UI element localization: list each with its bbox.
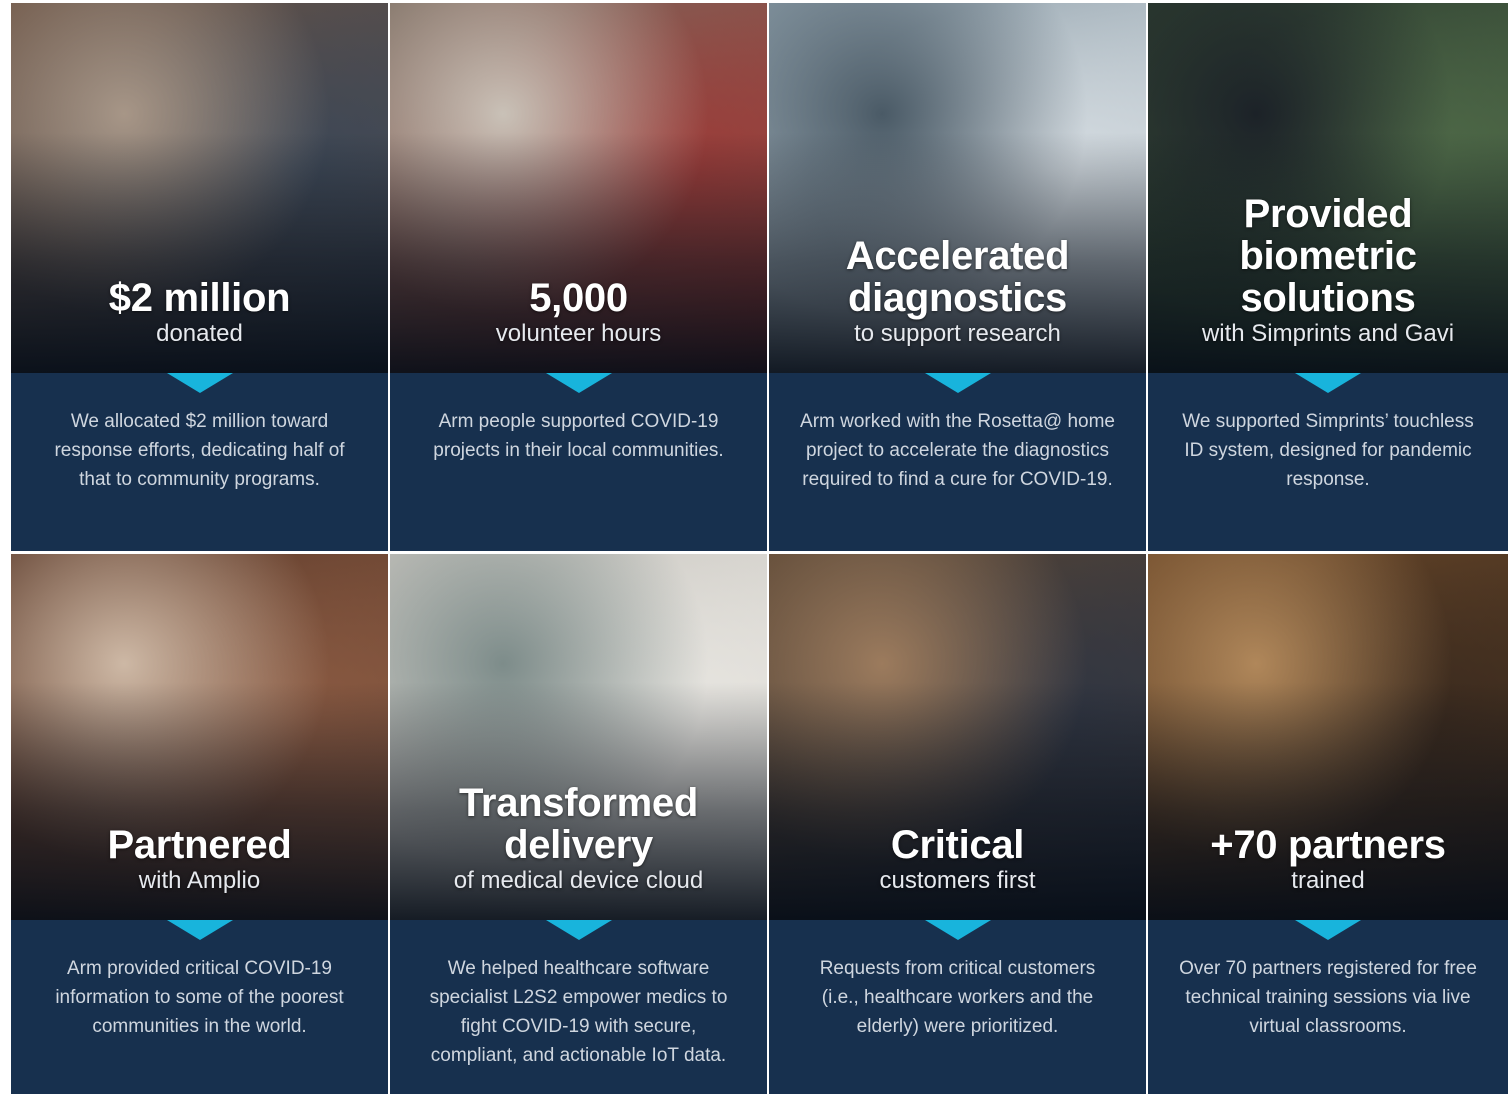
- card-subline: customers first: [879, 867, 1036, 894]
- card-description: Over 70 partners registered for free tec…: [1179, 958, 1477, 1037]
- card-photo: Accelerated diagnostics to support resea…: [769, 3, 1146, 373]
- down-pointer-icon: [166, 920, 233, 940]
- card-subline: with Simprints and Gavi: [1201, 320, 1455, 347]
- card-photo: Critical customers first: [769, 554, 1146, 920]
- impact-card-donation: $2 million donated We allocated $2 milli…: [11, 3, 388, 551]
- card-subline: donated: [156, 320, 243, 347]
- card-headline: Transformed delivery: [459, 781, 698, 867]
- card-heading: Partnered with Amplio: [11, 824, 388, 896]
- card-body: Arm provided critical COVID-19 informati…: [11, 920, 388, 1094]
- card-heading: Critical customers first: [769, 824, 1146, 896]
- card-headline: +70 partners: [1210, 823, 1446, 867]
- card-heading: 5,000 volunteer hours: [390, 277, 767, 349]
- card-subline: volunteer hours: [495, 320, 662, 347]
- card-body: We supported Simprints’ touchless ID sys…: [1148, 373, 1508, 551]
- card-photo: +70 partners trained: [1148, 554, 1508, 920]
- card-headline: Critical: [890, 823, 1025, 867]
- card-subline: with Amplio: [138, 867, 261, 894]
- card-subline: trained: [1291, 867, 1365, 894]
- card-photo: $2 million donated: [11, 3, 388, 373]
- impact-card-diagnostics: Accelerated diagnostics to support resea…: [769, 3, 1146, 551]
- card-body: We allocated $2 million toward response …: [11, 373, 388, 551]
- card-photo: Partnered with Amplio: [11, 554, 388, 920]
- card-body: Arm worked with the Rosetta@ home projec…: [769, 373, 1146, 551]
- card-body: We helped healthcare software specialist…: [390, 920, 767, 1094]
- card-body: Arm people supported COVID-19 projects i…: [390, 373, 767, 551]
- card-description: Arm worked with the Rosetta@ home projec…: [800, 411, 1115, 490]
- card-description: Requests from critical customers (i.e., …: [819, 958, 1096, 1037]
- down-pointer-icon: [1295, 920, 1361, 940]
- card-description: Arm provided critical COVID-19 informati…: [55, 958, 344, 1037]
- card-photo: Transformed delivery of medical device c…: [390, 554, 767, 920]
- card-headline: Provided biometric solutions: [1239, 192, 1417, 320]
- card-description: We allocated $2 million toward response …: [54, 411, 345, 490]
- card-headline: Partnered: [107, 823, 292, 867]
- impact-card-medical-cloud: Transformed delivery of medical device c…: [390, 554, 767, 1094]
- down-pointer-icon: [166, 373, 233, 393]
- card-heading: Accelerated diagnostics to support resea…: [769, 235, 1146, 349]
- down-pointer-icon: [924, 373, 991, 393]
- card-description: We helped healthcare software specialist…: [429, 958, 728, 1066]
- card-body: Requests from critical customers (i.e., …: [769, 920, 1146, 1094]
- card-description: Arm people supported COVID-19 projects i…: [433, 411, 724, 461]
- down-pointer-icon: [924, 920, 991, 940]
- card-description: We supported Simprints’ touchless ID sys…: [1182, 411, 1474, 490]
- down-pointer-icon: [545, 920, 612, 940]
- card-headline: $2 million: [108, 276, 291, 320]
- card-heading: Transformed delivery of medical device c…: [390, 782, 767, 896]
- card-heading: +70 partners trained: [1148, 824, 1508, 896]
- card-body: Over 70 partners registered for free tec…: [1148, 920, 1508, 1094]
- impact-card-volunteer-hours: 5,000 volunteer hours Arm people support…: [390, 3, 767, 551]
- down-pointer-icon: [1295, 373, 1361, 393]
- impact-card-critical-customers: Critical customers first Requests from c…: [769, 554, 1146, 1094]
- impact-grid: $2 million donated We allocated $2 milli…: [11, 3, 1508, 1094]
- card-photo: Provided biometric solutions with Simpri…: [1148, 3, 1508, 373]
- card-photo: 5,000 volunteer hours: [390, 3, 767, 373]
- card-headline: Accelerated diagnostics: [845, 234, 1070, 320]
- card-heading: $2 million donated: [11, 277, 388, 349]
- card-headline: 5,000: [529, 276, 628, 320]
- card-subline: of medical device cloud: [453, 867, 704, 894]
- down-pointer-icon: [545, 373, 612, 393]
- card-heading: Provided biometric solutions with Simpri…: [1148, 193, 1508, 349]
- impact-card-biometric: Provided biometric solutions with Simpri…: [1148, 3, 1508, 551]
- card-subline: to support research: [854, 320, 1061, 347]
- impact-card-partners: +70 partners trained Over 70 partners re…: [1148, 554, 1508, 1094]
- impact-card-amplio: Partnered with Amplio Arm provided criti…: [11, 554, 388, 1094]
